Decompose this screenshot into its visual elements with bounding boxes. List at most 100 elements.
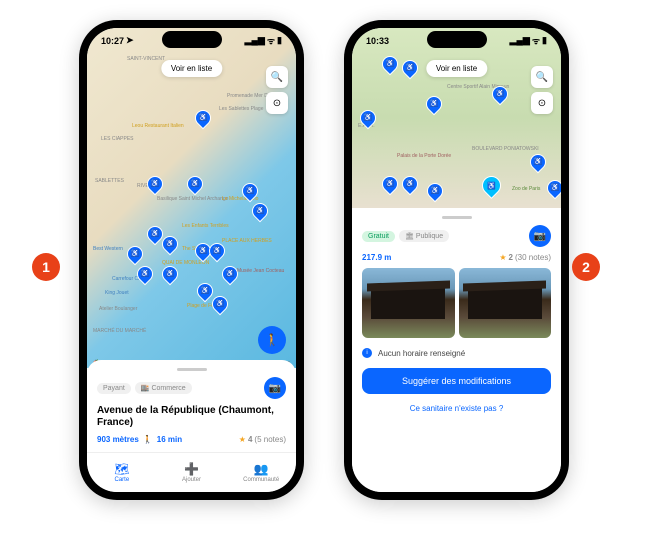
place-card[interactable]: Payant 🏬 Commerce 📷 Avenue de la Républi… xyxy=(87,360,296,452)
rating-value: 4 xyxy=(248,435,252,444)
map-label: Leou Restaurant Italien xyxy=(132,123,184,129)
hours-row: i Aucun horaire renseigné xyxy=(362,344,551,362)
map-label: Palais de la Porte Dorée xyxy=(397,153,451,159)
camera-button[interactable]: 📷 xyxy=(529,225,551,247)
map-pin[interactable] xyxy=(544,177,561,200)
tag-publique: 🏛 Publique xyxy=(399,230,449,242)
callout-badge-1: 1 xyxy=(32,253,60,281)
camera-button[interactable]: 📷 xyxy=(264,377,286,399)
map-pin[interactable] xyxy=(219,263,242,286)
wifi-icon: ᯤ xyxy=(267,34,275,47)
location-arrow-icon: ➤ xyxy=(126,35,134,46)
notch xyxy=(162,31,222,48)
map-label: BOULEVARD PONIATOWSKI xyxy=(472,146,539,152)
map-pin[interactable] xyxy=(184,173,207,196)
locate-button[interactable]: ⊙ xyxy=(266,92,288,114)
locate-icon: ⊙ xyxy=(538,98,546,109)
search-button[interactable]: 🔍 xyxy=(531,66,553,88)
rating-value: 2 xyxy=(509,253,513,262)
place-distance: 217.9 m xyxy=(362,253,391,262)
map-label: Basilique Saint Michel Archange xyxy=(157,196,228,202)
view-as-list-button[interactable]: Voir en liste xyxy=(161,60,222,77)
people-icon: 👥 xyxy=(254,462,269,476)
search-icon: 🔍 xyxy=(271,72,283,83)
status-time: 10:27 xyxy=(101,36,124,46)
map-pin[interactable] xyxy=(399,173,422,196)
hours-text: Aucun horaire renseigné xyxy=(378,349,465,358)
map-label: SABLETTES xyxy=(95,178,124,184)
tab-map[interactable]: 🗺 Carte xyxy=(87,453,157,492)
map-pin[interactable] xyxy=(424,180,447,203)
wifi-icon: ᯤ xyxy=(532,34,540,47)
star-icon: ★ xyxy=(239,435,246,444)
map-view[interactable]: Voir en liste 🔍 ⊙ Centre Sportif Alain M… xyxy=(352,28,561,208)
map-pin[interactable] xyxy=(209,293,232,316)
map-pin[interactable] xyxy=(379,53,402,76)
drag-handle[interactable] xyxy=(177,368,207,371)
search-button[interactable]: 🔍 xyxy=(266,66,288,88)
tag-payant: Payant xyxy=(97,383,131,394)
walk-icon: 🚶 xyxy=(265,333,280,347)
drag-handle[interactable] xyxy=(442,216,472,219)
walk-fab[interactable]: 🚶 xyxy=(258,326,286,354)
phone-mockup-1: 10:27 ➤ ▂▄▆ ᯤ ▮ Voir en liste 🔍 ⊙ 🚶 SAIN… xyxy=(79,20,304,500)
map-label: Les Enfants Terribles xyxy=(182,223,229,229)
map-label: Atelier Boulanger xyxy=(99,306,137,312)
map-label: Musée Jean Cocteau xyxy=(237,268,284,274)
search-icon: 🔍 xyxy=(536,72,548,83)
map-label: King Jouet xyxy=(105,290,129,296)
map-pin[interactable] xyxy=(527,151,550,174)
clock-icon: i xyxy=(362,348,372,358)
map-pin[interactable] xyxy=(379,173,402,196)
map-label: MARCHÉ DU MARCHÉ xyxy=(93,328,146,334)
map-pin[interactable] xyxy=(144,173,167,196)
suggest-edit-button[interactable]: Suggérer des modifications xyxy=(362,368,551,394)
photo-thumbnail[interactable] xyxy=(362,268,455,338)
place-card[interactable]: Gratuit 🏛 Publique 📷 217.9 m ★ 2 (30 not… xyxy=(352,208,561,492)
map-pin[interactable] xyxy=(423,93,446,116)
tag-commerce: 🏬 Commerce xyxy=(135,382,192,394)
tab-community[interactable]: 👥 Communauté xyxy=(226,453,296,492)
view-as-list-button[interactable]: Voir en liste xyxy=(426,60,487,77)
plus-icon: ➕ xyxy=(184,462,199,476)
photo-thumbnail[interactable] xyxy=(459,268,552,338)
map-pin[interactable] xyxy=(249,200,272,223)
star-icon: ★ xyxy=(499,253,506,262)
callout-badge-2: 2 xyxy=(572,253,600,281)
map-pin[interactable] xyxy=(399,57,422,80)
status-time: 10:33 xyxy=(366,36,389,46)
camera-icon: 📷 xyxy=(269,383,281,394)
camera-icon: 📷 xyxy=(534,231,546,242)
map-label: LES CIAPPES xyxy=(101,136,134,142)
map-pin[interactable] xyxy=(124,243,147,266)
place-title: Avenue de la République (Chaumont, Franc… xyxy=(97,405,286,429)
map-pin[interactable] xyxy=(159,263,182,286)
map-label: PLACE AUX HERBES xyxy=(222,238,272,244)
not-exist-link[interactable]: Ce sanitaire n'existe pas ? xyxy=(362,400,551,417)
signal-icon: ▂▄▆ xyxy=(245,35,265,46)
place-distance: 903 mètres xyxy=(97,435,139,444)
locate-button[interactable]: ⊙ xyxy=(531,92,553,114)
tab-add[interactable]: ➕ Ajouter xyxy=(157,453,227,492)
map-icon: 🗺 xyxy=(114,462,129,476)
rating-count: (5 notes) xyxy=(254,435,286,444)
map-view[interactable]: Voir en liste 🔍 ⊙ 🚶 SAINT-VINCENT Promen… xyxy=(87,28,296,368)
map-label: Les Sablettes Plage xyxy=(219,106,263,112)
tag-gratuit: Gratuit xyxy=(362,231,395,242)
walk-icon: 🚶 xyxy=(143,435,153,444)
tab-label: Carte xyxy=(115,477,130,483)
rating-count: (30 notes) xyxy=(515,253,551,262)
locate-icon: ⊙ xyxy=(273,98,281,109)
screen-1: 10:27 ➤ ▂▄▆ ᯤ ▮ Voir en liste 🔍 ⊙ 🚶 SAIN… xyxy=(87,28,296,492)
map-label: Best Western xyxy=(93,246,123,252)
notch xyxy=(427,31,487,48)
tab-label: Communauté xyxy=(243,477,279,483)
map-label: Zoo de Paris xyxy=(512,186,540,192)
signal-icon: ▂▄▆ xyxy=(510,35,530,46)
battery-icon: ▮ xyxy=(277,35,282,46)
battery-icon: ▮ xyxy=(542,35,547,46)
map-pin-selected[interactable] xyxy=(478,172,505,199)
map-pin[interactable] xyxy=(192,107,215,130)
photo-gallery[interactable] xyxy=(362,268,551,338)
phone-mockup-2: 10:33 ▂▄▆ ᯤ ▮ Voir en liste 🔍 ⊙ Centre S… xyxy=(344,20,569,500)
